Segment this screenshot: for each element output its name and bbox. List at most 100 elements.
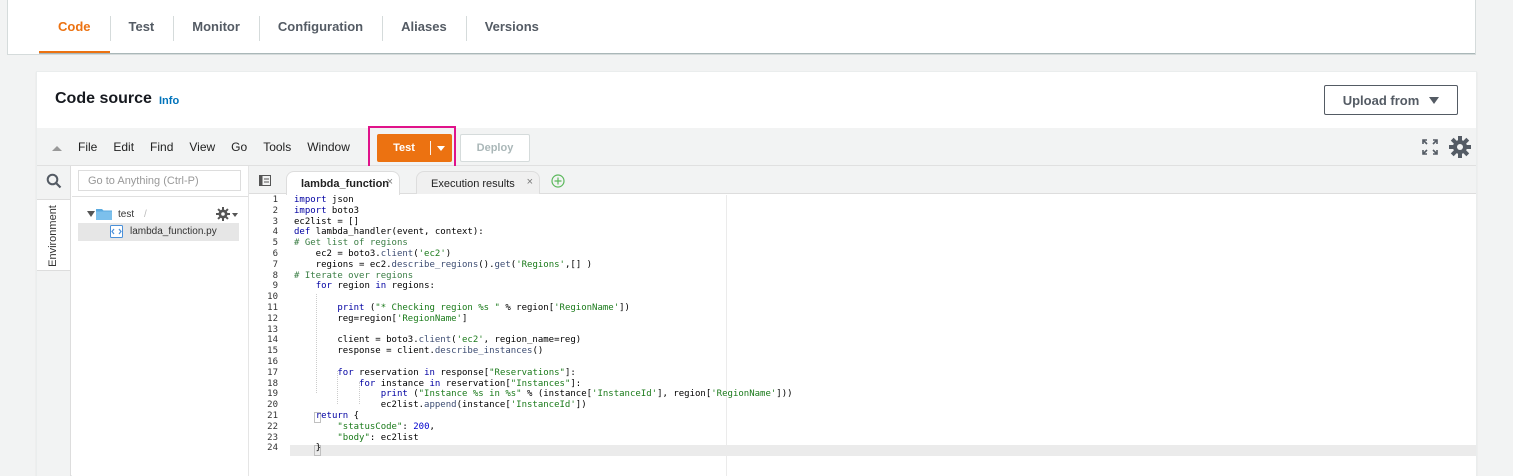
- menu-file[interactable]: File: [70, 140, 105, 154]
- code-token: ])): [776, 389, 793, 400]
- tree-root-folder[interactable]: test: [118, 209, 134, 220]
- collapse-up-icon[interactable]: [52, 146, 62, 151]
- deploy-button[interactable]: Deploy: [460, 134, 530, 162]
- function-tabs: Code Test Monitor Configuration Aliases …: [39, 0, 558, 53]
- code-token: import: [294, 195, 327, 205]
- close-tab-icon[interactable]: ×: [527, 176, 533, 188]
- code-token: "statusCode": [337, 421, 403, 432]
- code-token: ]:: [570, 378, 582, 389]
- code-token: 'ec2': [456, 335, 484, 346]
- folder-icon: [96, 209, 112, 220]
- code-line: regions = ec2.describe_regions().get('Re…: [294, 260, 592, 271]
- code-token: 'ec2': [418, 249, 446, 259]
- code-token: reg=region[: [294, 313, 397, 324]
- code-token: region: [331, 281, 376, 292]
- ide-menu: File Edit Find View Go Tools Window: [70, 128, 358, 166]
- code-token: instance: [375, 378, 430, 389]
- code-line: response = client.describe_instances(): [294, 346, 543, 357]
- code-token: describe_regions: [391, 259, 479, 270]
- file-item-lambda-function[interactable]: lambda_function.py: [78, 223, 239, 241]
- tree-expand-icon[interactable]: [87, 211, 95, 217]
- code-token: lambda_handler(event, context):: [310, 227, 484, 238]
- add-tab-icon[interactable]: [551, 174, 565, 188]
- code-token: "Instance %s in %s": [418, 389, 522, 400]
- code-token: (): [532, 346, 544, 357]
- line-number: 8: [272, 270, 278, 281]
- code-token: in: [424, 367, 435, 378]
- code-token: ,: [429, 421, 435, 432]
- settings-gear-icon[interactable]: [1449, 136, 1471, 158]
- code-token: 'Regions': [516, 259, 565, 270]
- code-area[interactable]: 1 2 3 4 5 6 7 8 9 10 11 12 13 14 15 16 17 18 19 20 21 22 23 24 …: [249, 195, 1476, 476]
- line-number: 15: [267, 346, 278, 357]
- code-line: return {: [294, 411, 359, 422]
- code-token: (instance[: [456, 400, 511, 411]
- active-line-highlight: [249, 445, 1476, 456]
- code-token: json: [326, 195, 354, 205]
- test-dropdown-caret-icon[interactable]: [437, 146, 445, 151]
- code-token: print: [380, 389, 408, 400]
- editor-tab-lambda-function[interactable]: lambda_function ×: [286, 171, 400, 195]
- editor-tab-execution-results[interactable]: Execution results ×: [416, 171, 540, 194]
- line-number: 7: [272, 259, 278, 270]
- line-number: 4: [272, 227, 278, 238]
- environment-tab[interactable]: Environment: [37, 199, 70, 271]
- test-button[interactable]: Test: [377, 134, 452, 162]
- tab-code[interactable]: Code: [39, 0, 110, 53]
- menu-edit[interactable]: Edit: [105, 140, 142, 154]
- code-line: ec2list = []: [294, 217, 359, 228]
- info-link[interactable]: Info: [159, 95, 179, 107]
- tree-gear-caret-icon[interactable]: [232, 213, 238, 217]
- menu-window[interactable]: Window: [299, 140, 358, 154]
- tab-code-label: Code: [58, 19, 91, 34]
- tab-aliases[interactable]: Aliases: [382, 0, 466, 53]
- fullscreen-icon[interactable]: [1422, 139, 1438, 155]
- tab-configuration[interactable]: Configuration: [258, 0, 382, 53]
- python-file-icon: [110, 225, 123, 238]
- tab-list-icon[interactable]: [259, 175, 271, 186]
- code-line: reg=region['RegionName']: [294, 314, 467, 325]
- code-token: ]): [619, 303, 630, 313]
- code-token: ): [445, 249, 452, 259]
- code-source-panel: Code source Info Upload from File Edit F…: [36, 71, 1477, 476]
- tab-monitor-label: Monitor: [192, 19, 240, 34]
- line-number: 21: [267, 411, 278, 421]
- code-token: 'InstanceId': [592, 389, 658, 400]
- search-icon[interactable]: [46, 173, 62, 189]
- code-line: import boto3: [294, 206, 359, 217]
- code-token: regions:: [386, 281, 435, 292]
- tree-gear-icon[interactable]: [216, 207, 230, 221]
- environment-sidebar: Environment: [37, 166, 71, 476]
- menu-go[interactable]: Go: [223, 140, 255, 154]
- go-to-anything-input[interactable]: [78, 170, 241, 191]
- code-token: append: [424, 400, 457, 411]
- line-number: 9: [272, 281, 278, 292]
- line-number: 13: [267, 324, 278, 335]
- close-tab-icon[interactable]: ×: [387, 176, 393, 188]
- code-token: ec2list.: [294, 400, 425, 411]
- tab-test[interactable]: Test: [109, 0, 174, 53]
- code-token: : ec2list: [369, 432, 419, 443]
- code-line: # Get list of regions: [294, 238, 408, 249]
- menu-view[interactable]: View: [181, 140, 223, 154]
- environment-tab-label: Environment: [47, 205, 59, 267]
- code-token: response[: [434, 367, 490, 378]
- code-line: client = boto3.client('ec2', region_name…: [294, 335, 581, 346]
- editor-tab-bar: lambda_function × Execution results ×: [249, 166, 1476, 195]
- code-token: describe_instances: [434, 346, 533, 357]
- code-token: ().: [478, 259, 495, 270]
- menu-tools[interactable]: Tools: [255, 140, 299, 154]
- tab-monitor[interactable]: Monitor: [173, 0, 259, 53]
- line-number: 6: [272, 249, 278, 259]
- code-token: 200: [413, 421, 430, 432]
- tab-versions[interactable]: Versions: [465, 0, 558, 53]
- menu-find[interactable]: Find: [142, 140, 181, 154]
- code-line: print ("* Checking region %s " % region[…: [294, 303, 630, 314]
- tab-versions-label: Versions: [484, 19, 539, 34]
- upload-from-button[interactable]: Upload from: [1324, 85, 1458, 115]
- editor-tab-lambda-function-label: lambda_function: [301, 178, 390, 190]
- code-line: "statusCode": 200,: [294, 422, 435, 433]
